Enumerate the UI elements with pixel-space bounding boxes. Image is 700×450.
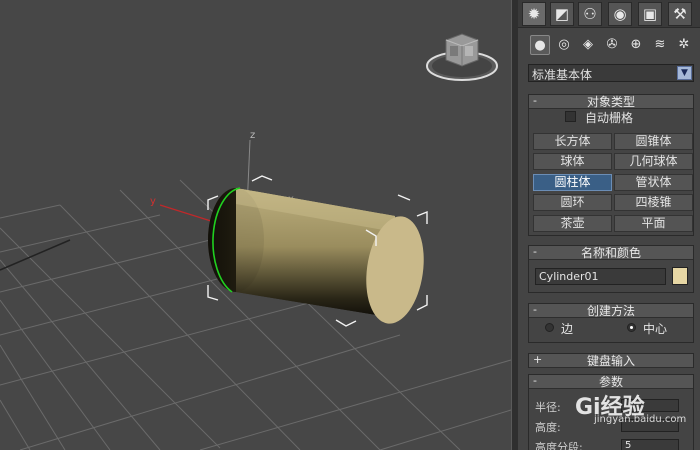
- object-color-swatch[interactable]: [672, 267, 688, 285]
- edge-radio[interactable]: [545, 323, 554, 332]
- chevron-down-icon[interactable]: ▼: [677, 66, 692, 80]
- axis-y-label: y: [150, 196, 156, 207]
- object-type-title: 对象类型: [586, 95, 635, 109]
- category-dropdown-value: 标准基本体: [532, 68, 593, 82]
- create-tab-icon[interactable]: ✹: [522, 2, 546, 26]
- watermark-subtext: jingyan.baidu.com: [594, 414, 687, 425]
- object-name-field[interactable]: Cylinder01: [535, 268, 666, 285]
- name-and-color-rollout: - 名称和颜色 Cylinder01: [528, 245, 694, 293]
- panel-divider[interactable]: [511, 0, 518, 450]
- geosphere-button[interactable]: 几何球体: [614, 153, 693, 170]
- cylinder-button[interactable]: 圆柱体: [533, 174, 612, 191]
- motion-tab-icon[interactable]: ◉: [608, 2, 632, 26]
- keyboard-entry-header[interactable]: + 键盘输入: [529, 353, 693, 368]
- name-and-color-header[interactable]: - 名称和颜色: [529, 245, 693, 260]
- helpers-icon[interactable]: ⊕: [626, 35, 646, 55]
- creation-method-header[interactable]: - 创建方法: [529, 303, 693, 318]
- height-label: 高度:: [535, 421, 561, 434]
- command-panel: ✹ ◩ ⚇ ◉ ▣ ⚒ ● ◎ ◈ ✇ ⊕ ≋ ✲ 标准基本体 ▼ - 对象类型…: [518, 0, 700, 450]
- hierarchy-tab-icon[interactable]: ⚇: [578, 2, 602, 26]
- viewport-scene: z y x: [0, 33, 511, 450]
- creation-method-title: 创建方法: [586, 304, 635, 318]
- autogrid-label: 自动栅格: [585, 111, 634, 125]
- systems-icon[interactable]: ✲: [674, 35, 694, 55]
- keyboard-entry-rollout: + 键盘输入: [528, 353, 694, 368]
- utilities-tab-icon[interactable]: ⚒: [668, 2, 692, 26]
- center-radio-label: 中心: [643, 322, 668, 336]
- parameters-title: 参数: [598, 375, 623, 389]
- keyboard-entry-title: 键盘输入: [586, 354, 635, 368]
- creation-method-rollout: - 创建方法 边 中心: [528, 303, 694, 343]
- sphere-button[interactable]: 球体: [533, 153, 612, 170]
- plane-button[interactable]: 平面: [614, 215, 693, 232]
- shapes-icon[interactable]: ◎: [554, 35, 574, 55]
- box-button[interactable]: 长方体: [533, 133, 612, 150]
- object-type-rollout: - 对象类型 自动栅格 长方体 圆锥体 球体 几何球体 圆柱体 管状体 圆环 四…: [528, 94, 694, 236]
- autogrid-checkbox[interactable]: [565, 111, 576, 122]
- perspective-viewport[interactable]: z y x: [0, 0, 511, 450]
- height-segments-spinner[interactable]: 5: [621, 439, 679, 450]
- command-panel-tabs: ✹ ◩ ⚇ ◉ ▣ ⚒: [518, 0, 700, 28]
- center-radio[interactable]: [627, 323, 636, 332]
- lights-icon[interactable]: ◈: [578, 35, 598, 55]
- edge-radio-label: 边: [561, 322, 574, 336]
- create-subcategories: ● ◎ ◈ ✇ ⊕ ≋ ✲: [518, 33, 700, 59]
- teapot-button[interactable]: 茶壶: [533, 215, 612, 232]
- modify-tab-icon[interactable]: ◩: [550, 2, 574, 26]
- display-tab-icon[interactable]: ▣: [638, 2, 662, 26]
- viewcube-icon: [426, 33, 498, 81]
- name-and-color-title: 名称和颜色: [580, 246, 641, 260]
- category-dropdown[interactable]: 标准基本体 ▼: [528, 64, 694, 82]
- parameters-header[interactable]: - 参数: [529, 374, 693, 389]
- geometry-icon[interactable]: ●: [530, 35, 550, 55]
- torus-button[interactable]: 圆环: [533, 194, 612, 211]
- cameras-icon[interactable]: ✇: [602, 35, 622, 55]
- cone-button[interactable]: 圆锥体: [614, 133, 693, 150]
- height-segments-label: 高度分段:: [535, 441, 583, 450]
- object-type-header[interactable]: - 对象类型: [529, 94, 693, 109]
- tube-button[interactable]: 管状体: [614, 174, 693, 191]
- pyramid-button[interactable]: 四棱锥: [614, 194, 693, 211]
- radius-label: 半径:: [535, 401, 561, 414]
- axis-z-label: z: [250, 130, 255, 141]
- height-segments-row: 高度分段: 5: [535, 439, 685, 450]
- spacewarps-icon[interactable]: ≋: [650, 35, 670, 55]
